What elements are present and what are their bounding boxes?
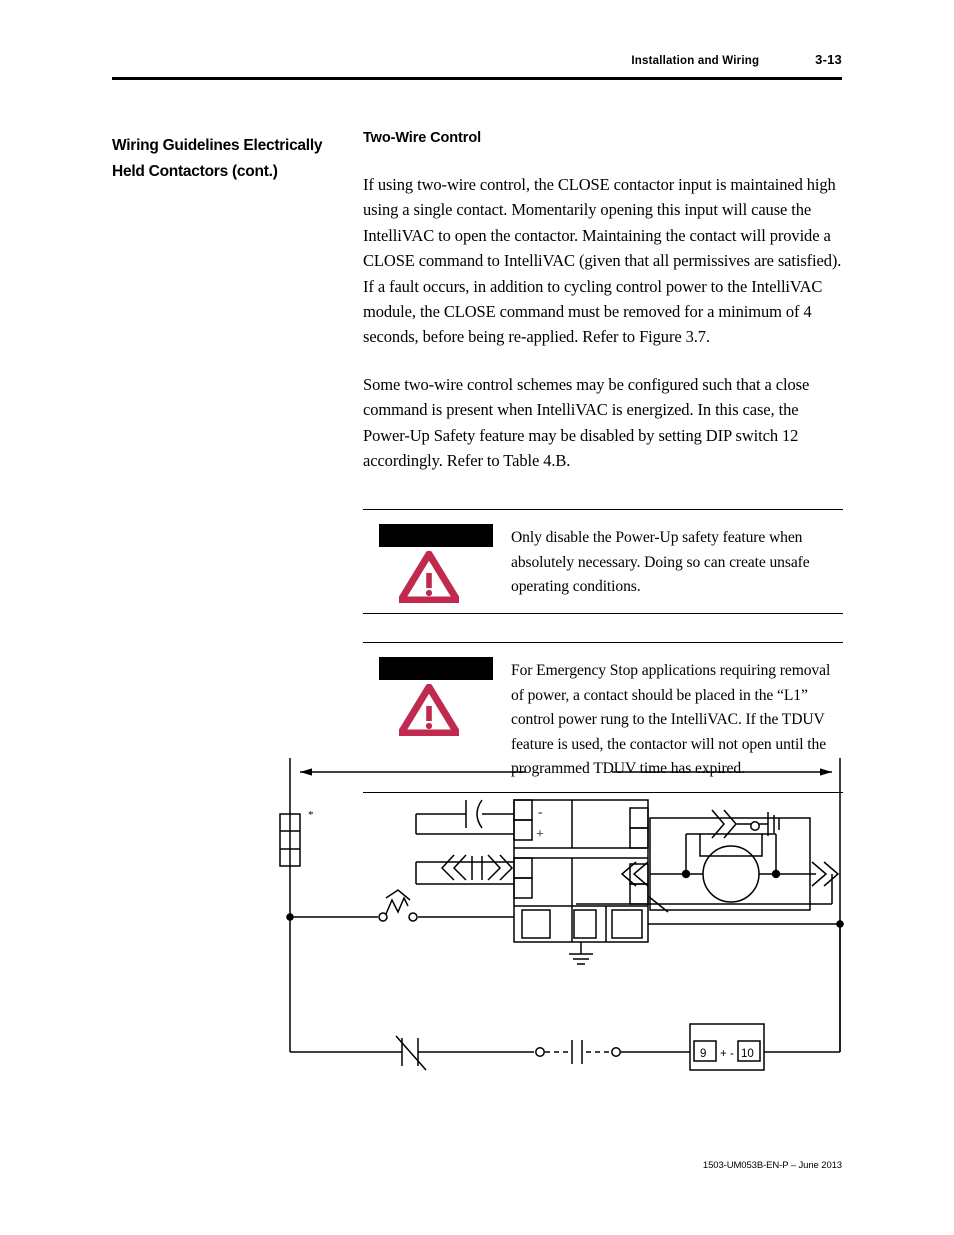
attention-box-1: Only disable the Power-Up safety feature… xyxy=(363,509,843,615)
warning-triangle-icon xyxy=(399,551,459,604)
header-section-title: Installation and Wiring xyxy=(631,55,760,67)
close-input-branch xyxy=(415,799,514,835)
attention-label-redaction-2 xyxy=(379,657,493,681)
page-header: Installation and Wiring 3-13 xyxy=(112,52,842,67)
terminal-label-10: 10 xyxy=(741,1048,754,1060)
attention-icon-column-1 xyxy=(363,522,511,604)
page-footer: 1503-UM053B-EN-P – June 2013 xyxy=(702,1160,842,1171)
overload-contact-symbol xyxy=(290,889,514,922)
module-polarity-minus: - xyxy=(538,804,542,819)
terminal-polarity-minus: - xyxy=(730,1048,734,1060)
intellivac-module-block xyxy=(513,799,649,943)
attention-text-1: Only disable the Power-Up safety feature… xyxy=(511,529,810,596)
attention-icon-column-2 xyxy=(363,655,511,737)
attention-label-redaction-1 xyxy=(379,524,493,548)
bottom-control-rung xyxy=(290,1035,690,1071)
sidebar-heading-line-2: Held Contactors (cont.) xyxy=(112,163,278,180)
fuse-asterisk-marker: * xyxy=(308,809,314,821)
module-ground-symbol xyxy=(569,942,593,965)
warning-triangle-icon xyxy=(399,684,459,737)
coil-symbol xyxy=(702,845,760,903)
attention-box-gap xyxy=(363,614,843,642)
junction-dot-left xyxy=(286,913,294,921)
middle-signal-branch xyxy=(415,854,514,885)
wiring-schematic-figure: - + * 9 + - 10 xyxy=(279,758,844,1071)
sidebar-heading: Wiring Guidelines Electrically Held Cont… xyxy=(112,133,338,185)
main-content-column: Two-Wire Control If using two-wire contr… xyxy=(363,130,843,793)
terminal-label-9: 9 xyxy=(700,1048,706,1060)
module-polarity-plus: + xyxy=(536,827,544,842)
section-title: Two-Wire Control xyxy=(363,130,482,146)
body-paragraph-2: Some two-wire control schemes may be con… xyxy=(363,374,810,471)
coil-right-connector xyxy=(576,861,840,905)
header-page-number: 3-13 xyxy=(815,52,842,67)
body-paragraph-1: If using two-wire control, the CLOSE con… xyxy=(363,175,842,347)
bottom-terminal-block xyxy=(689,924,841,1071)
terminal-polarity-plus: + xyxy=(720,1048,727,1060)
sidebar-heading-line-1: Wiring Guidelines Electrically xyxy=(112,137,323,154)
coil-left-connector xyxy=(620,861,649,887)
dimension-arrow-left xyxy=(300,768,526,776)
header-rule xyxy=(112,77,842,80)
dimension-arrow-right xyxy=(612,768,832,776)
